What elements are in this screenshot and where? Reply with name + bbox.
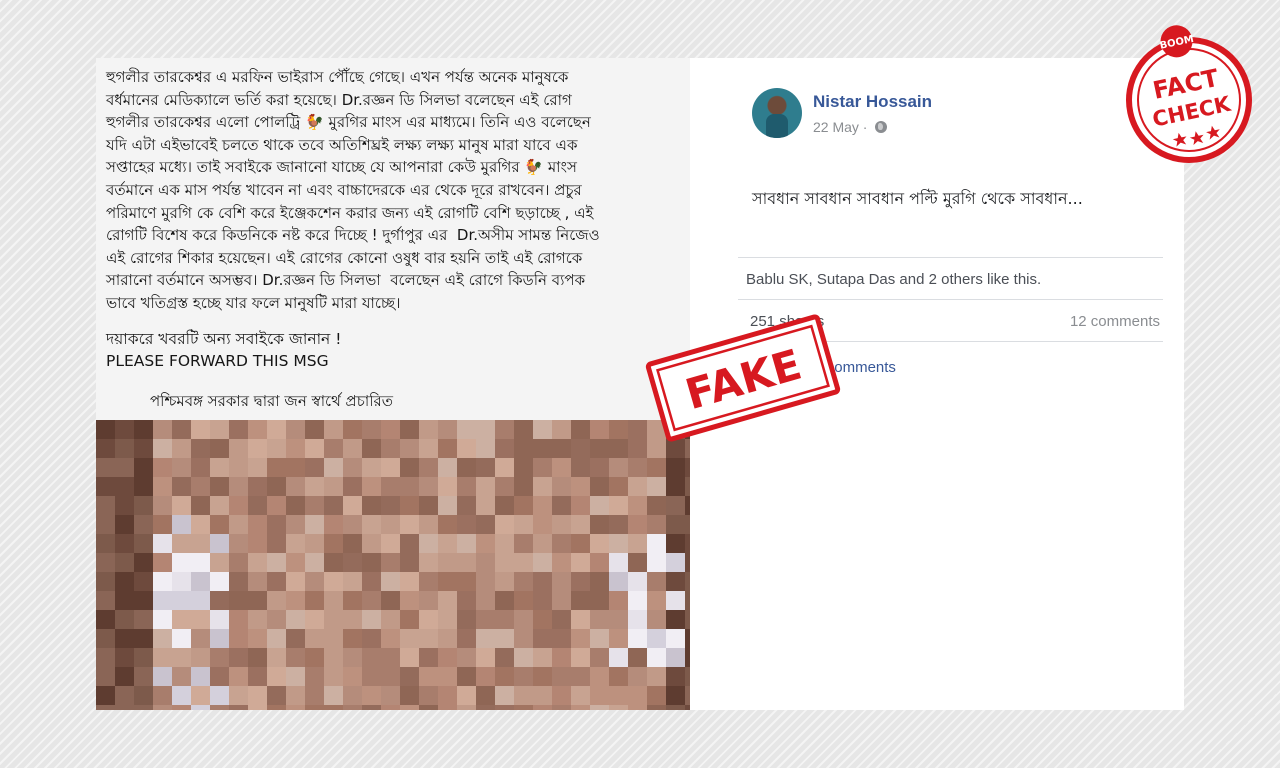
- divider: [738, 257, 1163, 258]
- share-request-line: দয়াকরে খবরটি অন্য সবাইকে জানান !: [106, 330, 342, 348]
- forwarded-message-footer: দয়াকরে খবরটি অন্য সবাইকে জানান ! PLEASE…: [106, 328, 678, 372]
- blurred-photo: [96, 420, 690, 710]
- globe-icon: [875, 121, 888, 133]
- divider: [738, 299, 1163, 300]
- post-comparison-card: হুগলীর তারকেশ্বর এ মরফিন ভাইরাস পৌঁছে গে…: [96, 58, 1184, 710]
- likes-summary-link[interactable]: Bablu SK, Sutapa Das and 2 others like t…: [746, 271, 1041, 288]
- comments-count-link[interactable]: 12 comments: [1070, 313, 1160, 330]
- government-attribution-line: পশ্চিমবঙ্গ সরকার দ্বারা জন স্বার্থে প্রচ…: [150, 392, 393, 410]
- forwarded-message-text: হুগলীর তারকেশ্বর এ মরফিন ভাইরাস পৌঁছে গে…: [106, 68, 600, 312]
- avatar[interactable]: [752, 88, 802, 138]
- post-timestamp[interactable]: 22 May ·: [813, 119, 888, 135]
- forwarded-message-post: হুগলীর তারকেশ্বর এ মরফিন ভাইরাস পৌঁছে গে…: [96, 58, 690, 710]
- post-date-text: 22 May ·: [813, 119, 868, 135]
- post-status-text: সাবধান সাবধান সাবধান পল্টি মুরগি থেকে সা…: [752, 189, 1083, 208]
- forward-request-line: PLEASE FORWARD THIS MSG: [106, 352, 329, 370]
- author-name-link[interactable]: Nistar Hossain: [813, 92, 932, 112]
- boom-fact-check-badge: BOOM FACT CHECK: [1122, 22, 1256, 170]
